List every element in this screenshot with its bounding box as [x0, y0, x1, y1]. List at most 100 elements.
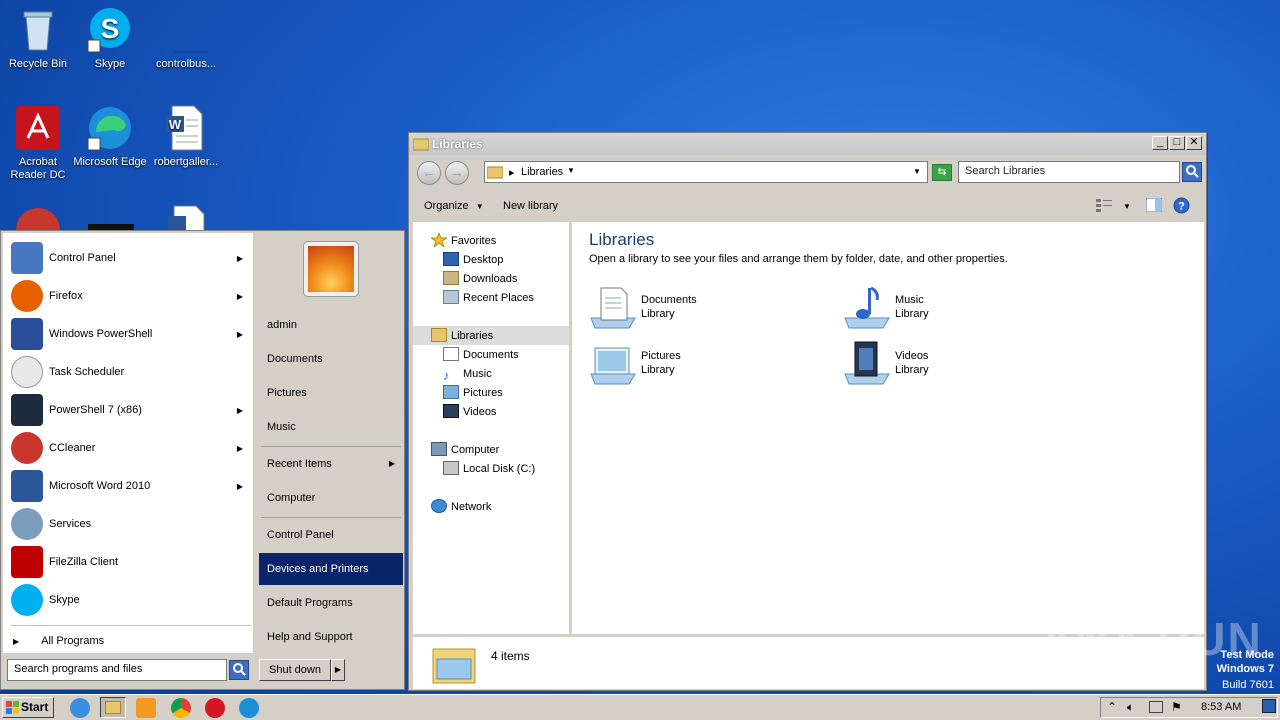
- nav-favorites[interactable]: Favorites: [429, 231, 496, 251]
- word-document-2-desktop-icon[interactable]: [164, 204, 212, 230]
- ccleaner-desktop-icon[interactable]: [14, 204, 62, 230]
- nav-documents[interactable]: Documents: [443, 346, 519, 365]
- start-devices-printers[interactable]: Devices and Printers: [259, 553, 403, 585]
- nav-pictures[interactable]: Pictures: [443, 384, 503, 403]
- nav-computer[interactable]: Computer: [431, 441, 499, 460]
- forward-button[interactable]: →: [445, 161, 469, 185]
- shutdown-button[interactable]: Shut down: [259, 659, 331, 681]
- nav-desktop[interactable]: Desktop: [443, 251, 503, 270]
- show-hidden-icons-icon[interactable]: ⌃: [1107, 700, 1117, 714]
- library-documents[interactable]: Documents Library: [589, 284, 829, 334]
- nav-network[interactable]: Network: [431, 498, 491, 517]
- submenu-arrow-icon: ▶: [388, 459, 395, 468]
- nav-recent-places[interactable]: Recent Places: [443, 289, 534, 308]
- volume-icon[interactable]: 🔈︎: [1127, 700, 1134, 715]
- controlbus-desktop-icon[interactable]: controlbus...: [148, 6, 224, 71]
- maximize-button[interactable]: □: [1169, 136, 1185, 150]
- search-icon[interactable]: [1182, 162, 1202, 182]
- nav-downloads[interactable]: Downloads: [443, 270, 517, 289]
- start-documents[interactable]: Documents: [259, 343, 403, 375]
- view-dropdown-icon[interactable]: ▼: [1123, 202, 1131, 211]
- nav-music[interactable]: ♪ Music: [443, 365, 492, 384]
- word-document-desktop-icon[interactable]: W robertgaller...: [148, 104, 224, 169]
- start-search-input[interactable]: Search programs and files: [7, 659, 227, 681]
- library-music[interactable]: Music Library: [843, 284, 1083, 334]
- address-bar[interactable]: ▸ Libraries ▼ ▼: [484, 161, 928, 183]
- desktop-icon-label: Acrobat Reader DC: [10, 156, 66, 181]
- program-firefox[interactable]: Firefox ▶: [3, 277, 253, 315]
- pictures-icon: [443, 385, 459, 399]
- organize-button[interactable]: Organize ▼: [424, 200, 484, 212]
- program-control-panel[interactable]: Control Panel ▶: [3, 239, 253, 277]
- submenu-arrow-icon: ▶: [236, 481, 243, 491]
- program-services[interactable]: Services: [3, 505, 253, 543]
- program-filezilla[interactable]: FileZilla Client: [3, 543, 253, 581]
- user-picture[interactable]: [303, 241, 359, 297]
- view-options-icon[interactable]: [1096, 198, 1112, 215]
- clock[interactable]: 8:53 AM: [1201, 701, 1241, 713]
- opera-icon[interactable]: [205, 698, 225, 718]
- skype-desktop-icon[interactable]: S Skype: [72, 6, 148, 71]
- nav-videos[interactable]: Videos: [443, 403, 496, 422]
- start-pictures[interactable]: Pictures: [259, 377, 403, 409]
- system-tray: ⌃ 🔈︎ ⚑ 8:53 AM: [1100, 697, 1278, 718]
- address-crumb[interactable]: Libraries: [521, 166, 563, 178]
- network-tray-icon[interactable]: [1149, 701, 1163, 713]
- content-heading: Libraries: [589, 230, 655, 249]
- start-computer[interactable]: Computer: [259, 482, 403, 514]
- submenu-arrow-icon: ▶: [236, 291, 243, 301]
- start-button[interactable]: Start: [2, 697, 54, 718]
- desktop-icon: [443, 252, 459, 266]
- address-dropdown-icon[interactable]: ▼: [913, 167, 921, 176]
- explorer-taskbar-button[interactable]: [100, 697, 126, 718]
- ie-icon[interactable]: [70, 698, 90, 718]
- start-search-icon[interactable]: [229, 660, 249, 680]
- refresh-button[interactable]: ⇆: [932, 164, 952, 181]
- desktop-icon-label: Recycle Bin: [8, 58, 68, 70]
- crumb-dropdown-icon[interactable]: ▼: [567, 166, 575, 175]
- media-player-icon[interactable]: [136, 698, 156, 718]
- edge-icon[interactable]: [239, 698, 259, 718]
- minimize-button[interactable]: _: [1152, 136, 1168, 150]
- start-label: Start: [21, 700, 49, 714]
- libraries-folder-icon: [413, 138, 429, 151]
- acrobat-desktop-icon[interactable]: Acrobat Reader DC: [0, 104, 76, 182]
- program-powershell7[interactable]: PowerShell 7 (x86) ▶: [3, 391, 253, 429]
- edge-desktop-icon[interactable]: Microsoft Edge: [72, 104, 148, 169]
- search-input[interactable]: Search Libraries: [958, 161, 1180, 183]
- program-task-scheduler[interactable]: Task Scheduler: [3, 353, 253, 391]
- recycle-bin-desktop-icon[interactable]: Recycle Bin: [0, 6, 76, 71]
- shutdown-options-icon[interactable]: ▶: [331, 659, 345, 681]
- videos-icon: [443, 404, 459, 418]
- program-ccleaner[interactable]: CCleaner ▶: [3, 429, 253, 467]
- start-music[interactable]: Music: [259, 411, 403, 443]
- start-recent-items[interactable]: Recent Items ▶: [259, 448, 403, 480]
- nav-libraries[interactable]: Libraries: [431, 327, 493, 346]
- start-default-programs[interactable]: Default Programs: [259, 587, 403, 619]
- videos-library-icon: [843, 340, 891, 386]
- build-text: Build 7601: [1222, 679, 1274, 691]
- show-desktop-button[interactable]: [1262, 699, 1276, 713]
- action-center-flag-icon[interactable]: ⚑: [1171, 700, 1182, 714]
- preview-pane-icon[interactable]: [1145, 197, 1163, 215]
- library-videos[interactable]: Videos Library: [843, 340, 1083, 390]
- library-pictures[interactable]: Pictures Library: [589, 340, 829, 390]
- explorer-titlebar[interactable]: Libraries _ □ ✕: [409, 133, 1206, 155]
- address-arrow-icon[interactable]: ▸: [509, 166, 515, 179]
- program-skype[interactable]: Skype: [3, 581, 253, 619]
- chrome-icon[interactable]: [171, 698, 191, 718]
- start-control-panel[interactable]: Control Panel: [259, 519, 403, 551]
- libraries-large-icon: [431, 641, 477, 690]
- start-user-folder[interactable]: admin: [259, 309, 403, 341]
- program-windows-powershell[interactable]: Windows PowerShell ▶: [3, 315, 253, 353]
- start-help-support[interactable]: Help and Support: [259, 621, 403, 653]
- close-button[interactable]: ✕: [1186, 136, 1202, 150]
- program-word[interactable]: Microsoft Word 2010 ▶: [3, 467, 253, 505]
- nav-local-disk[interactable]: Local Disk (C:): [443, 460, 535, 479]
- search-placeholder: Search Libraries: [965, 165, 1046, 177]
- all-programs-button[interactable]: ▶ All Programs: [13, 635, 104, 647]
- start-programs-list: Control Panel ▶ Firefox ▶ Windows PowerShe…: [3, 233, 253, 653]
- new-library-button[interactable]: New library: [503, 200, 558, 212]
- back-button[interactable]: ←: [417, 161, 441, 185]
- help-icon[interactable]: ?: [1173, 197, 1190, 217]
